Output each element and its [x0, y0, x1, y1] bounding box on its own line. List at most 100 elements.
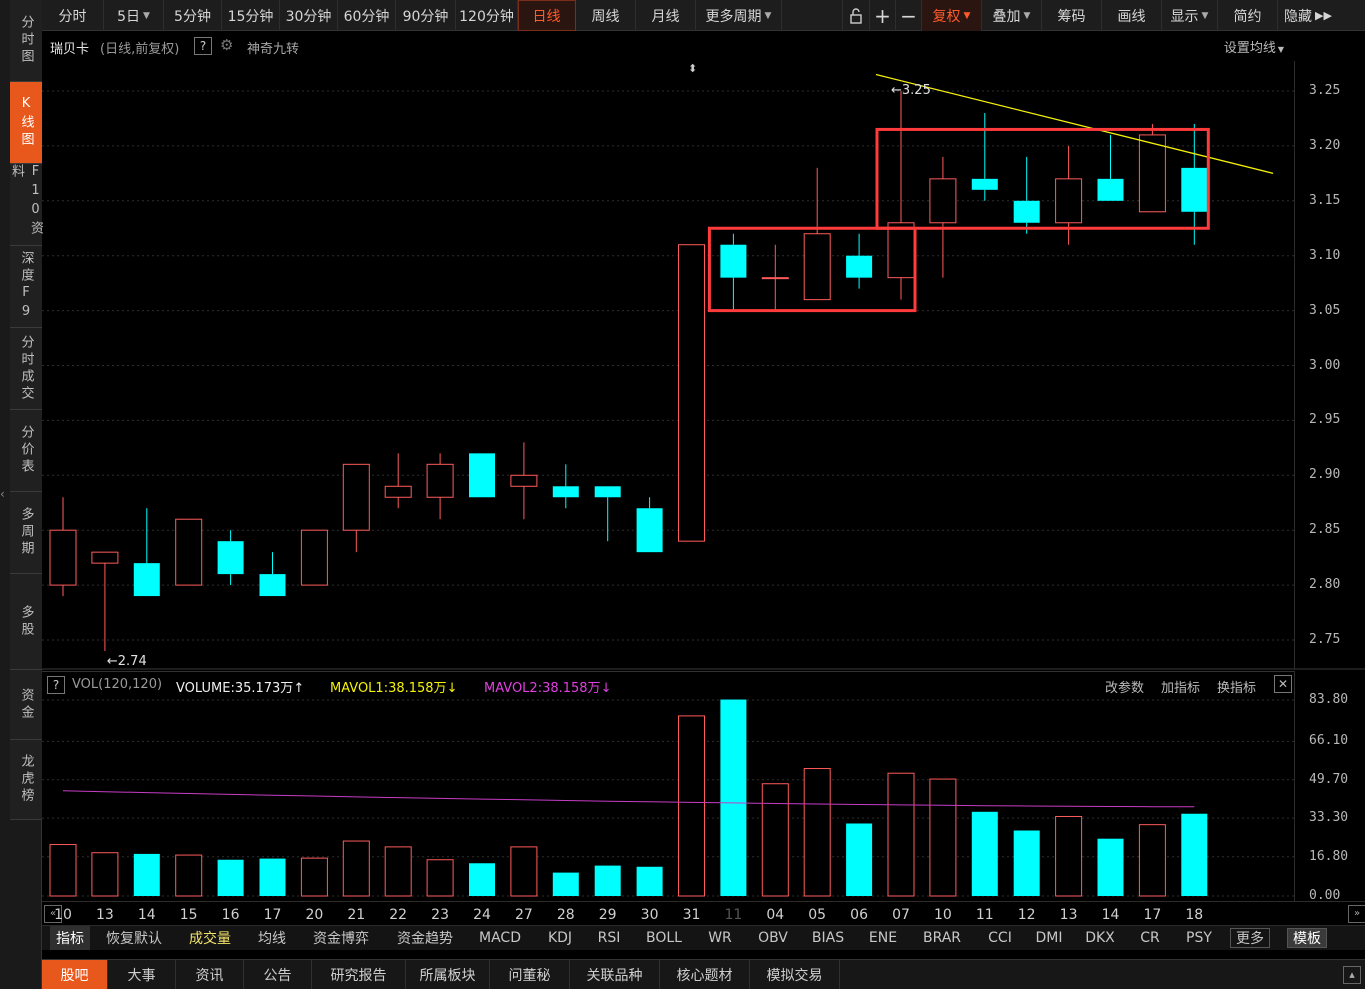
consolidation-box	[875, 127, 1210, 230]
period-120min[interactable]: 120分钟	[456, 0, 518, 31]
sidebar-item-f10[interactable]: F10资料	[9, 164, 43, 246]
bottom-tab[interactable]: 大事	[108, 960, 176, 989]
indicator-tab[interactable]: 更多	[1230, 928, 1270, 948]
bottom-tab[interactable]: 所属板块	[406, 960, 490, 989]
indicator-tab[interactable]: CCI	[988, 926, 1012, 950]
help-button[interactable]: ?	[194, 37, 212, 55]
period-weekly[interactable]: 周线	[576, 0, 636, 31]
date-label: 24	[473, 907, 491, 923]
indicator-tab[interactable]: KDJ	[548, 926, 572, 950]
zoom-in-icon[interactable]: +	[870, 0, 896, 31]
bottom-tab[interactable]: 股吧	[42, 960, 108, 989]
sidebar-item-fenjia[interactable]: 分价表	[10, 410, 42, 492]
double-chevron-right-icon[interactable]: »	[1348, 905, 1365, 923]
volume-value: VOLUME:35.173万↑	[176, 677, 304, 696]
period-5day[interactable]: 5日 ▼	[104, 0, 164, 31]
gear-icon[interactable]: ⚙	[220, 36, 233, 54]
overlay-button[interactable]: 叠加 ▼	[982, 0, 1042, 31]
indicator-tab[interactable]: BOLL	[646, 926, 682, 950]
ma-setting-button[interactable]: 设置均线 ▼	[1224, 37, 1284, 56]
arrow-up-icon: ↑	[293, 681, 305, 696]
date-label: 14	[137, 907, 156, 923]
candle-body-up	[91, 551, 119, 564]
kline-chart[interactable]: ←2.74 ←3.25	[0, 0, 1365, 989]
candle-body-down	[720, 244, 747, 278]
indicator-tab[interactable]: BIAS	[812, 926, 844, 950]
period-more[interactable]: 更多周期 ▼	[696, 0, 782, 31]
close-icon[interactable]: ✕	[1274, 675, 1292, 693]
indicator-jiuzhuan[interactable]: 神奇九转	[247, 38, 299, 57]
indicator-tab[interactable]: BRAR	[923, 926, 961, 950]
period-30min[interactable]: 30分钟	[280, 0, 338, 31]
indicator-tab[interactable]: 均线	[258, 926, 286, 950]
period-90min[interactable]: 90分钟	[396, 0, 456, 31]
volume-bar-down	[636, 866, 663, 896]
volume-bar-up	[1055, 815, 1083, 897]
collapse-arrow-icon[interactable]: ‹	[0, 486, 8, 502]
candle-body-down	[1181, 167, 1208, 212]
sidebar-item-f9[interactable]: 深度F9	[10, 246, 42, 328]
period-60min[interactable]: 60分钟	[338, 0, 396, 31]
period-daily[interactable]: 日线	[518, 0, 576, 31]
sidebar-item-fund[interactable]: 资金	[10, 670, 42, 740]
indicator-tab[interactable]: PSY	[1186, 926, 1212, 950]
sidebar-item-fenshi[interactable]: 分时图	[10, 0, 42, 82]
vol-indicator-name: VOL(120,120)	[72, 677, 163, 692]
resize-arrows-icon[interactable]: ⬍	[688, 62, 697, 75]
hide-button[interactable]: 隐藏 ▶▶	[1278, 0, 1338, 31]
draw-line-button[interactable]: 画线	[1102, 0, 1162, 31]
indicator-tab[interactable]: 恢复默认	[106, 926, 162, 950]
indicator-tab[interactable]: DKX	[1085, 926, 1115, 950]
period-label: 周线	[591, 8, 620, 25]
indicator-tab[interactable]: 模板	[1287, 928, 1327, 948]
volume-indicator-header: ? VOL(120,120) VOLUME:35.173万↑ MAVOL1:38…	[42, 671, 1294, 697]
chips-button[interactable]: 筹码	[1042, 0, 1102, 31]
simple-mode-button[interactable]: 简约	[1218, 0, 1278, 31]
indicator-tab[interactable]: ENE	[869, 926, 897, 950]
period-15min[interactable]: 15分钟	[222, 0, 280, 31]
tool-label: 隐藏	[1284, 8, 1313, 25]
indicator-tab[interactable]: OBV	[758, 926, 788, 950]
sidebar-item-kline[interactable]: K线图	[10, 82, 42, 164]
price-tick-label: 3.25	[1309, 83, 1341, 98]
bottom-tab[interactable]: 问董秘	[490, 960, 570, 989]
bottom-tab[interactable]: 关联品种	[570, 960, 660, 989]
period-5min[interactable]: 5分钟	[164, 0, 222, 31]
indicator-tab[interactable]: DMI	[1036, 926, 1063, 950]
indicator-tab[interactable]: CR	[1140, 926, 1160, 950]
expand-icon[interactable]: ▴	[1343, 966, 1361, 984]
bottom-tab[interactable]: 模拟交易	[750, 960, 840, 989]
sidebar-item-multi-period[interactable]: 多周期	[10, 492, 42, 574]
volume-bar-down	[1097, 838, 1124, 896]
indicator-tab[interactable]: 资金博弈	[313, 926, 369, 950]
display-button[interactable]: 显示 ▼	[1162, 0, 1218, 31]
indicator-tab[interactable]: 成交量	[189, 926, 231, 950]
volume-bar-up	[384, 846, 412, 897]
volume-bar-up	[510, 846, 538, 897]
add-indicator-button[interactable]: 加指标	[1161, 677, 1200, 696]
period-monthly[interactable]: 月线	[636, 0, 696, 31]
period-fenshi[interactable]: 分时	[42, 0, 104, 31]
fuquan-button[interactable]: 复权 ▼	[922, 0, 982, 31]
volume-bar-up	[887, 772, 915, 897]
help-button[interactable]: ?	[47, 676, 65, 694]
indicator-tab[interactable]: 指标	[50, 926, 90, 950]
zoom-out-icon[interactable]: −	[896, 0, 922, 31]
sidebar-item-label: 多股	[18, 604, 34, 639]
bottom-tab[interactable]: 核心题材	[660, 960, 750, 989]
bottom-tab[interactable]: 研究报告	[312, 960, 406, 989]
bottom-tab[interactable]: 资讯	[176, 960, 244, 989]
sidebar-item-longhubang[interactable]: 龙虎榜	[10, 740, 42, 820]
indicator-tab[interactable]: 资金趋势	[397, 926, 453, 950]
sidebar-item-multi-stock[interactable]: 多股	[10, 574, 42, 670]
indicator-tab[interactable]: RSI	[598, 926, 621, 950]
unlock-icon[interactable]	[842, 0, 870, 31]
indicator-tab[interactable]: WR	[708, 926, 732, 950]
sidebar-item-fenshi-chengjiao[interactable]: 分时成交	[10, 328, 42, 410]
mavol2-value-text: MAVOL2:38.158万	[484, 681, 601, 696]
bottom-tab[interactable]: 公告	[244, 960, 312, 989]
switch-indicator-button[interactable]: 换指标	[1217, 677, 1256, 696]
change-params-button[interactable]: 改参数	[1105, 677, 1144, 696]
candle-body-up	[175, 518, 203, 586]
indicator-tab[interactable]: MACD	[479, 926, 521, 950]
